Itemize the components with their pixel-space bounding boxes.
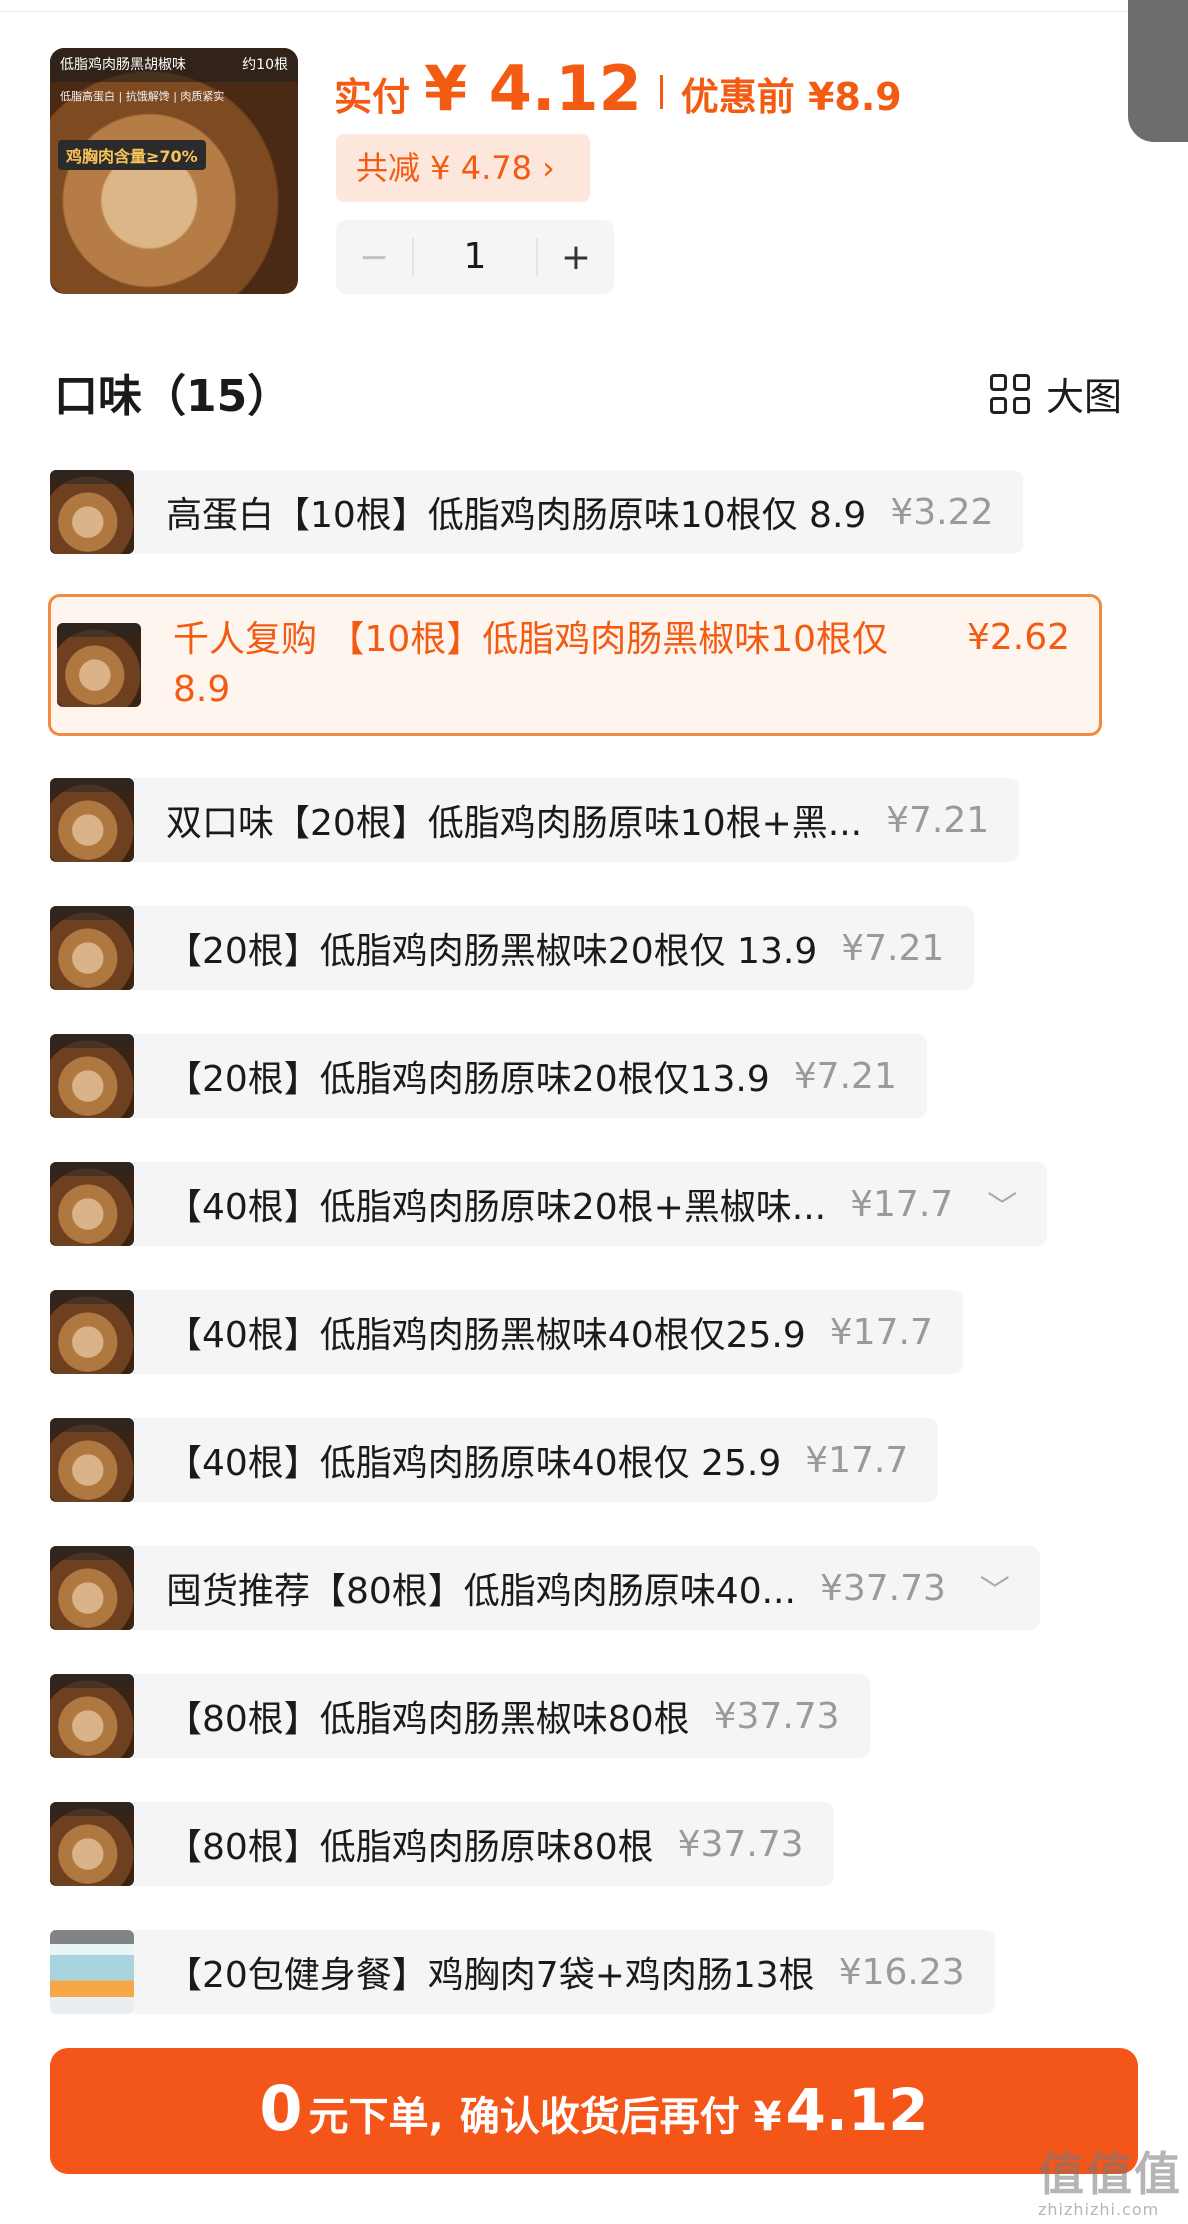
option-thumbnail [57, 623, 141, 707]
option-price: ¥7.21 [793, 1055, 897, 1097]
option-price: ¥7.21 [886, 799, 990, 841]
option-item[interactable]: 【20根】低脂鸡肉肠原味20根仅13.9 ¥7.21 [50, 1034, 927, 1118]
option-label: 【20根】低脂鸡肉肠原味20根仅13.9 [166, 1059, 770, 1100]
paid-label: 实付 [334, 75, 411, 119]
option-item[interactable]: 【40根】低脂鸡肉肠黑椒味40根仅25.9 ¥17.7 [50, 1290, 963, 1374]
option-label: 千人复购 【10根】低脂鸡肉肠黑椒味10根仅 8.9 [173, 619, 889, 710]
order-yuan-label: 元下单, [308, 2094, 444, 2140]
option-label: 双口味【20根】低脂鸡肉肠原味10根+黑... [166, 803, 863, 844]
option-price: ¥17.7 [850, 1183, 954, 1225]
option-thumbnail [50, 906, 134, 990]
option-thumbnail [50, 470, 134, 554]
option-label: 【40根】低脂鸡肉肠原味20根+黑椒味... [166, 1187, 827, 1228]
option-item[interactable]: 囤货推荐【80根】低脂鸡肉肠原味40... ¥37.73 ﹀ [50, 1546, 1040, 1630]
option-price: ¥37.73 [713, 1695, 840, 1737]
option-label: 囤货推荐【80根】低脂鸡肉肠原味40... [166, 1571, 796, 1612]
option-thumbnail [50, 1418, 134, 1502]
option-item[interactable]: 高蛋白【10根】低脂鸡肉肠原味10根仅 8.9 ¥3.22 [50, 470, 1024, 554]
option-label: 【20包健身餐】鸡胸肉7袋+鸡肉肠13根 [166, 1955, 815, 1996]
option-thumbnail [50, 1802, 134, 1886]
option-price: ¥17.7 [829, 1311, 933, 1353]
option-thumbnail [50, 1034, 134, 1118]
side-handle[interactable] [1128, 0, 1188, 142]
option-item-selected[interactable]: 千人复购 【10根】低脂鸡肉肠黑椒味10根仅 8.9 ¥2.62 [48, 594, 1102, 736]
decrease-button[interactable]: − [336, 237, 412, 278]
order-zero: 0 [259, 2072, 303, 2145]
option-label: 高蛋白【10根】低脂鸡肉肠原味10根仅 8.9 [166, 495, 867, 536]
option-price: ¥37.73 [677, 1823, 804, 1865]
watermark: 值值值 zhizhizhi.com [1038, 2138, 1182, 2219]
thumbnail-count: 约10根 [242, 57, 288, 73]
thumbnail-title: 低脂鸡肉肠黑胡椒味 [60, 57, 186, 73]
option-item[interactable]: 【80根】低脂鸡肉肠黑椒味80根 ¥37.73 [50, 1674, 870, 1758]
place-order-button[interactable]: 0 元下单, 确认收货后再付 ¥ 4.12 [50, 2048, 1138, 2174]
option-thumbnail [50, 1290, 134, 1374]
option-price: ¥16.23 [838, 1951, 965, 1993]
increase-button[interactable]: + [538, 237, 614, 278]
thumbnail-badge: 鸡胸肉含量≥70% [58, 140, 206, 170]
option-label: 【80根】低脂鸡肉肠黑椒味80根 [166, 1699, 690, 1740]
discount-badge[interactable]: 共减 ¥ 4.78 › [336, 134, 590, 202]
option-thumbnail [50, 1162, 134, 1246]
watermark-main: 值值值 [1038, 2147, 1182, 2201]
option-thumbnail [50, 1546, 134, 1630]
thumbnail-header: 低脂鸡肉肠黑胡椒味 约10根 [50, 48, 298, 82]
option-item[interactable]: 【40根】低脂鸡肉肠原味20根+黑椒味... ¥17.7 ﹀ [50, 1162, 1048, 1246]
large-image-toggle[interactable]: 大图 [990, 366, 1122, 421]
chevron-down-icon[interactable]: ﹀ [987, 1182, 1017, 1226]
order-amount: 4.12 [785, 2076, 929, 2144]
top-divider [0, 0, 1188, 12]
option-item[interactable]: 双口味【20根】低脂鸡肉肠原味10根+黑... ¥7.21 [50, 778, 1020, 862]
paid-amount: ¥ 4.12 [424, 52, 642, 125]
large-image-label: 大图 [1046, 375, 1123, 419]
option-price: ¥7.21 [841, 927, 945, 969]
option-label: 【20根】低脂鸡肉肠黑椒味20根仅 13.9 [166, 931, 818, 972]
option-price: ¥2.62 [967, 617, 1071, 658]
chevron-down-icon[interactable]: ﹀ [980, 1566, 1010, 1610]
order-pay-later-label: 确认收货后再付 ¥ [459, 2094, 782, 2140]
original-price: 优惠前 ¥8.9 [680, 75, 902, 119]
option-item[interactable]: 【20根】低脂鸡肉肠黑椒味20根仅 13.9 ¥7.21 [50, 906, 975, 990]
price-summary: 实付 ¥ 4.12 优惠前 ¥8.9 [334, 52, 902, 132]
option-price: ¥3.22 [890, 491, 994, 533]
option-price: ¥37.73 [819, 1567, 946, 1609]
option-item[interactable]: 【80根】低脂鸡肉肠原味80根 ¥37.73 [50, 1802, 834, 1886]
option-thumbnail [50, 1674, 134, 1758]
option-item[interactable]: 【40根】低脂鸡肉肠原味40根仅 25.9 ¥17.7 [50, 1418, 939, 1502]
option-thumbnail [50, 778, 134, 862]
flavor-section-title: 口味（15） [54, 371, 292, 422]
thumbnail-tags: 低脂高蛋白 | 抗饿解馋 | 肉质紧实 [60, 90, 225, 103]
quantity-stepper: − 1 + [336, 220, 614, 294]
watermark-sub: zhizhizhi.com [1038, 2200, 1160, 2219]
option-label: 【40根】低脂鸡肉肠原味40根仅 25.9 [166, 1443, 782, 1484]
product-thumbnail[interactable]: 低脂鸡肉肠黑胡椒味 约10根 低脂高蛋白 | 抗饿解馋 | 肉质紧实 鸡胸肉含量… [50, 48, 298, 294]
option-label: 【80根】低脂鸡肉肠原味80根 [166, 1827, 654, 1868]
grid-icon [990, 373, 1030, 414]
option-price: ¥17.7 [805, 1439, 909, 1481]
option-item[interactable]: 【20包健身餐】鸡胸肉7袋+鸡肉肠13根 ¥16.23 [50, 1930, 995, 2014]
option-label: 【40根】低脂鸡肉肠黑椒味40根仅25.9 [166, 1315, 806, 1356]
price-divider [659, 75, 663, 109]
option-thumbnail [50, 1930, 134, 2014]
quantity-value[interactable]: 1 [412, 238, 538, 276]
